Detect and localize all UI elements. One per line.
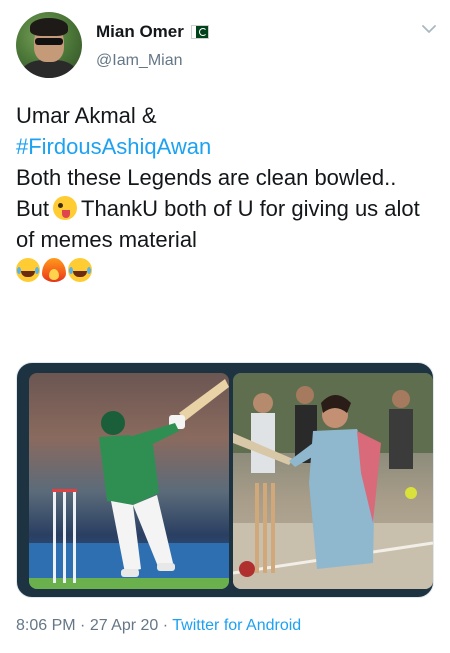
tweet-line: Umar Akmal & bbox=[16, 103, 157, 128]
tweet-card: Mian Omer @Iam_Mian Umar Akmal & #Firdou… bbox=[0, 0, 450, 653]
cricket-batsman-photo[interactable] bbox=[29, 373, 229, 589]
laughing-tears-emoji-icon bbox=[16, 258, 40, 282]
avatar-shirt bbox=[22, 60, 76, 78]
tweet-media[interactable] bbox=[16, 362, 434, 598]
user-handle[interactable]: @Iam_Mian bbox=[96, 52, 183, 70]
laughing-tears-emoji-icon bbox=[68, 258, 92, 282]
woman-batting-photo[interactable] bbox=[233, 373, 433, 589]
display-name[interactable]: Mian Omer bbox=[96, 22, 184, 42]
tweet-line: But ThankU both of U for giving us alot o… bbox=[16, 193, 436, 255]
winking-tongue-emoji-icon bbox=[53, 196, 78, 220]
meta-separator: · bbox=[158, 617, 173, 634]
tweet-meta: 8:06 PM · 27 Apr 20 · Twitter for Androi… bbox=[16, 617, 301, 635]
tweet-text: Umar Akmal & #FirdousAshiqAwan Both thes… bbox=[16, 100, 436, 286]
avatar-sunglasses bbox=[35, 38, 63, 45]
author-name-row: Mian Omer bbox=[96, 22, 209, 42]
avatar[interactable] bbox=[16, 12, 82, 78]
chevron-down-icon[interactable] bbox=[422, 24, 436, 34]
woman-batting-illustration bbox=[233, 373, 433, 589]
emoji-line bbox=[16, 255, 436, 286]
hashtag-link[interactable]: #FirdousAshiqAwan bbox=[16, 134, 211, 159]
meta-separator: · bbox=[75, 617, 90, 634]
pakistan-flag-icon bbox=[190, 25, 209, 39]
batsman-illustration bbox=[29, 379, 229, 589]
tweet-source-link[interactable]: Twitter for Android bbox=[172, 617, 301, 634]
fire-emoji-icon bbox=[42, 258, 66, 282]
tweet-date[interactable]: 27 Apr 20 bbox=[90, 617, 159, 634]
tweet-line: Both these Legends are clean bowled.. bbox=[16, 165, 397, 190]
tweet-text-segment: But bbox=[16, 196, 50, 221]
tweet-time[interactable]: 8:06 PM bbox=[16, 617, 76, 634]
avatar-hair bbox=[30, 18, 68, 36]
